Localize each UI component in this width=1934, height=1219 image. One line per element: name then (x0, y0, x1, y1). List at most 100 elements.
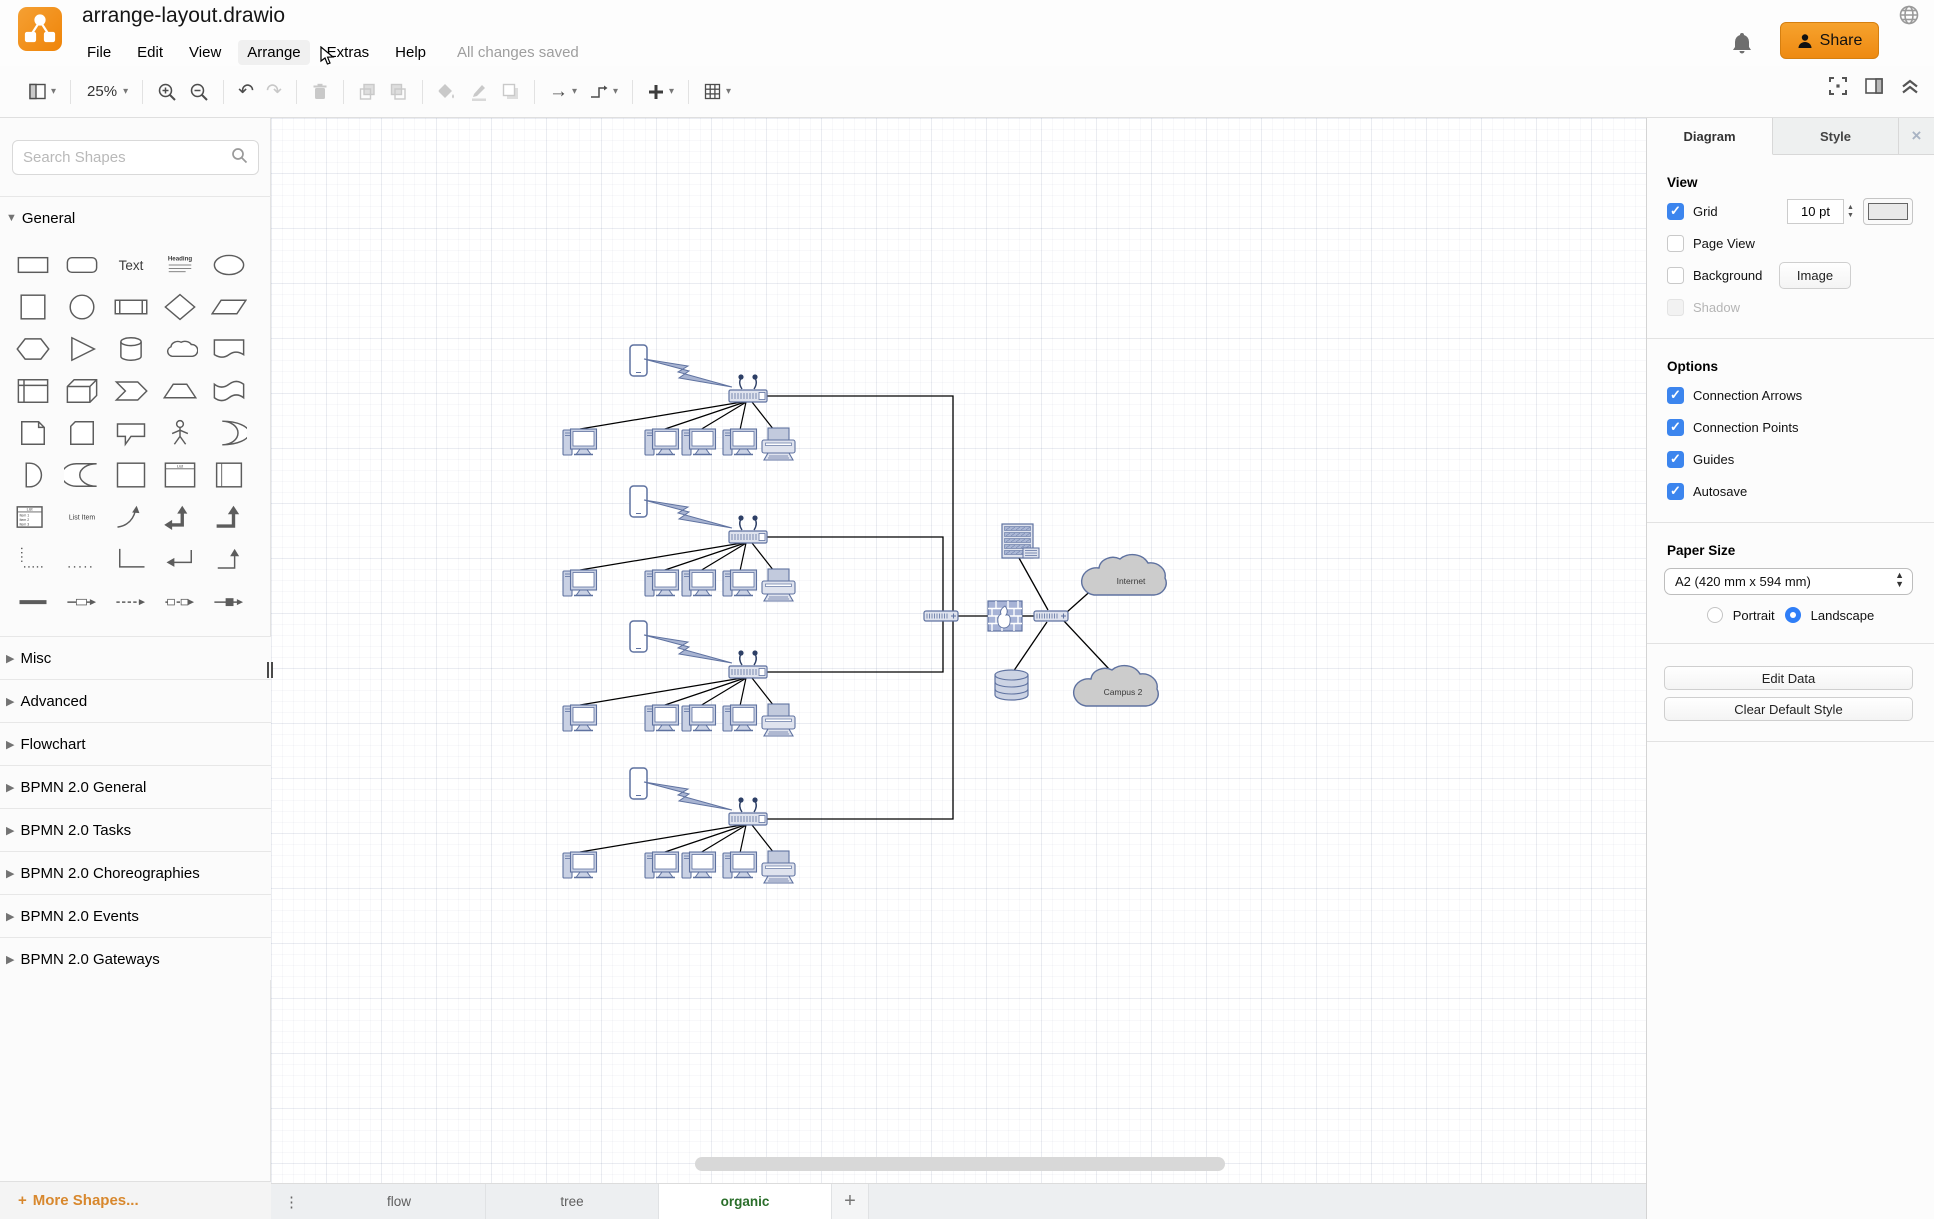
horizontal-scrollbar[interactable] (695, 1157, 1225, 1171)
paper-size-select[interactable]: A2 (420 mm x 594 mm) ▲▼ (1664, 568, 1913, 595)
shape-container-titled-icon[interactable]: List (155, 454, 204, 496)
delete-button[interactable] (305, 78, 335, 105)
close-icon[interactable]: × (1899, 118, 1934, 154)
shape-ellipse-icon[interactable] (204, 244, 253, 286)
tab-style[interactable]: Style (1773, 118, 1899, 154)
menu-help[interactable]: Help (386, 40, 435, 65)
sidebar-section-bpmn-2-0-gateways[interactable]: ▶BPMN 2.0 Gateways (0, 937, 271, 980)
shape-dashed-line-icon[interactable] (8, 538, 57, 580)
shape-actor-icon[interactable] (155, 412, 204, 454)
menu-view[interactable]: View (180, 40, 230, 65)
page-tab-organic[interactable]: organic (659, 1184, 832, 1219)
notifications-bell-icon[interactable] (1731, 31, 1753, 60)
shape-process-icon[interactable] (106, 286, 155, 328)
insert-button[interactable]: ▾ (641, 79, 680, 105)
page-view-checkbox[interactable] (1667, 235, 1684, 252)
shape-document-icon[interactable] (204, 328, 253, 370)
undo-button[interactable]: ↶ (232, 78, 260, 105)
sidebar-section-advanced[interactable]: ▶Advanced (0, 679, 271, 722)
shape-heading-icon[interactable]: Heading (155, 244, 204, 286)
shape-curve-icon[interactable] (106, 496, 155, 538)
sidebar-section-bpmn-2-0-tasks[interactable]: ▶BPMN 2.0 Tasks (0, 808, 271, 851)
connection-points-checkbox[interactable] (1667, 419, 1684, 436)
shape-line-icon[interactable] (106, 538, 155, 580)
shape-list-icon[interactable]: ListItem 1Item 2Item 3 (8, 496, 57, 538)
shape-dashed-arrow-labeled-icon[interactable] (155, 580, 204, 622)
grid-size-stepper[interactable]: ▲▼ (1844, 199, 1857, 224)
lan-cluster-1[interactable] (563, 345, 795, 460)
sidebar-section-bpmn-2-0-general[interactable]: ▶BPMN 2.0 General (0, 765, 271, 808)
shape-parallelogram-icon[interactable] (204, 286, 253, 328)
shape-card-icon[interactable] (57, 412, 106, 454)
edit-data-button[interactable]: Edit Data (1664, 666, 1913, 690)
shape-and-icon[interactable] (8, 454, 57, 496)
lan-cluster-3[interactable] (563, 621, 795, 736)
shape-rounded-rectangle-icon[interactable] (57, 244, 106, 286)
shape-diamond-icon[interactable] (155, 286, 204, 328)
lan-cluster-2[interactable] (563, 486, 795, 601)
add-page-button[interactable]: + (832, 1184, 869, 1219)
shape-connector-icon[interactable] (204, 580, 253, 622)
shape-container-icon[interactable] (106, 454, 155, 496)
background-image-button[interactable]: Image (1779, 262, 1851, 289)
shape-arrow-labeled-icon[interactable] (57, 580, 106, 622)
grid-checkbox[interactable] (1667, 203, 1684, 220)
shape-internal-storage-icon[interactable] (8, 370, 57, 412)
shape-dotted-line-icon[interactable] (57, 538, 106, 580)
internet-cloud-shape[interactable]: Internet (1082, 555, 1167, 595)
share-button[interactable]: Share (1780, 22, 1879, 59)
background-checkbox[interactable] (1667, 267, 1684, 284)
sidebar-section-general[interactable]: ▼ General (0, 197, 271, 239)
guides-checkbox[interactable] (1667, 451, 1684, 468)
search-input[interactable] (23, 149, 231, 166)
network-bus-lines[interactable] (767, 396, 1109, 819)
sidebar-section-flowchart[interactable]: ▶Flowchart (0, 722, 271, 765)
sidebar-section-misc[interactable]: ▶Misc (0, 636, 271, 679)
page-tab-flow[interactable]: flow (313, 1184, 486, 1219)
autosave-checkbox[interactable] (1667, 483, 1684, 500)
page-tab-tree[interactable]: tree (486, 1184, 659, 1219)
shape-callout-icon[interactable] (106, 412, 155, 454)
shape-list-container-icon[interactable] (204, 454, 253, 496)
pages-menu-button[interactable]: ⋮ (271, 1184, 313, 1219)
clear-default-style-button[interactable]: Clear Default Style (1664, 697, 1913, 721)
shape-trapezoid-icon[interactable] (155, 370, 204, 412)
fill-color-button[interactable] (431, 78, 463, 106)
sidebar-resize-grip[interactable] (265, 655, 275, 685)
campus2-cloud-shape[interactable]: Campus 2 (1074, 666, 1159, 706)
drawing-canvas[interactable]: Internet Campus 2 (271, 118, 1646, 1183)
shape-cube-icon[interactable] (57, 370, 106, 412)
shape-hexagon-icon[interactable] (8, 328, 57, 370)
shape-list-item-icon[interactable]: List Item (57, 496, 106, 538)
shape-step-icon[interactable] (106, 370, 155, 412)
shape-tape-icon[interactable] (204, 370, 253, 412)
to-back-button[interactable] (383, 78, 414, 105)
lan-cluster-4[interactable] (563, 768, 795, 883)
to-front-button[interactable] (352, 78, 383, 105)
format-panel-toggle-icon[interactable] (1864, 77, 1884, 100)
shape-circle-icon[interactable] (57, 286, 106, 328)
database-shape[interactable] (995, 670, 1028, 700)
zoom-out-button[interactable] (183, 78, 215, 106)
core-switch-right[interactable] (1034, 611, 1068, 621)
shape-link-icon[interactable] (8, 580, 57, 622)
core-switch-left[interactable] (924, 611, 958, 621)
shape-cylinder-icon[interactable] (106, 328, 155, 370)
language-globe-icon[interactable] (1898, 4, 1920, 31)
tab-diagram[interactable]: Diagram (1647, 118, 1773, 155)
menu-arrange[interactable]: Arrange (238, 40, 309, 65)
waypoints-button[interactable]: ▾ (583, 78, 624, 105)
shape-triangle-icon[interactable] (57, 328, 106, 370)
menu-file[interactable]: File (78, 40, 120, 65)
portrait-radio[interactable] (1707, 607, 1723, 623)
shape-bidirectional-arrow-icon[interactable] (155, 496, 204, 538)
shape-rectangle-icon[interactable] (8, 244, 57, 286)
zoom-in-button[interactable] (151, 78, 183, 106)
shape-dashed-arrow-icon[interactable] (106, 580, 155, 622)
shape-text-icon[interactable]: Text (106, 244, 155, 286)
zoom-level-dropdown[interactable]: 25%▾ (79, 79, 134, 104)
shape-cloud-icon[interactable] (155, 328, 204, 370)
page-view-button[interactable]: ▾ (22, 78, 62, 105)
grid-color-swatch[interactable] (1863, 198, 1913, 225)
collapse-toolbar-icon[interactable] (1900, 77, 1920, 100)
